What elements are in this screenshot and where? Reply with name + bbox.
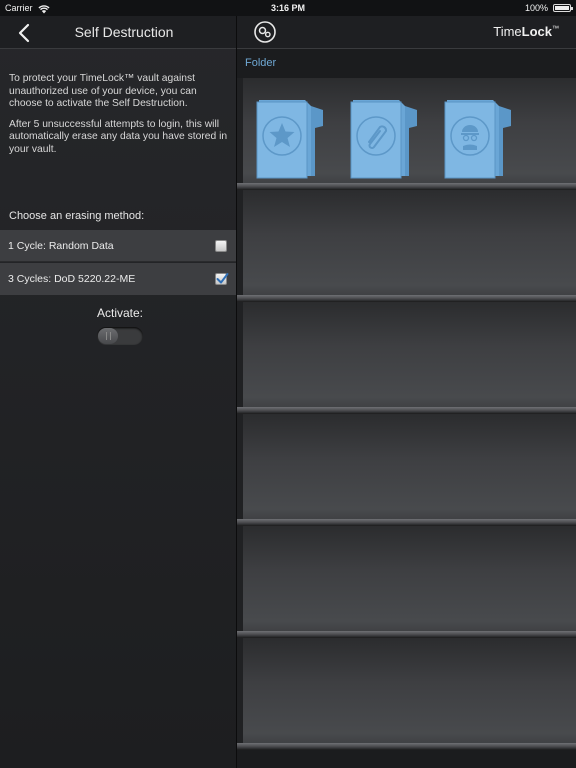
bookshelf <box>237 78 576 768</box>
shelf <box>237 78 576 190</box>
intro-paragraph-2: After 5 unsuccessful attempts to login, … <box>9 118 228 155</box>
status-bar: Carrier 3:16 PM 100% <box>0 0 576 16</box>
shelf <box>237 414 576 526</box>
checkbox-checked[interactable] <box>215 273 229 285</box>
left-header: Self Destruction <box>0 16 236 49</box>
clock: 3:16 PM <box>270 3 305 13</box>
person-icon <box>444 100 511 179</box>
option-label: 1 Cycle: Random Data <box>8 240 114 252</box>
checkmark-icon <box>216 273 229 284</box>
activate-label: Activate: <box>96 306 144 320</box>
shelf-ledge <box>237 743 576 750</box>
intro-text: To protect your TimeLock™ vault against … <box>9 73 229 164</box>
shelf-ledge <box>237 183 576 190</box>
shelf <box>237 526 576 638</box>
gears-icon <box>254 21 276 43</box>
checkbox-unchecked[interactable] <box>215 240 227 252</box>
page-title: Self Destruction <box>74 24 174 40</box>
option-3-cycles-dod[interactable]: 3 Cycles: DoD 5220.22-ME <box>0 263 236 295</box>
app-logo: TimeLock™ <box>493 24 559 39</box>
battery-icon <box>553 4 573 12</box>
vault-panel: TimeLock™ Folder <box>236 16 576 768</box>
shelf-ledge <box>237 295 576 302</box>
brand-tm: ™ <box>552 25 559 33</box>
shelf-ledge <box>237 519 576 526</box>
toggle-knob <box>98 328 118 344</box>
shelf <box>237 302 576 414</box>
shelf <box>237 190 576 302</box>
folder-breadcrumb[interactable]: Folder <box>245 57 276 69</box>
right-header: TimeLock™ <box>237 16 576 49</box>
star-icon <box>256 100 323 179</box>
folder-person[interactable] <box>441 96 513 182</box>
paperclip-icon <box>350 100 417 179</box>
battery-percent: 100% <box>524 3 548 13</box>
shelf <box>237 638 576 750</box>
folder-paperclip[interactable] <box>347 96 419 182</box>
intro-paragraph-1: To protect your TimeLock™ vault against … <box>9 73 197 109</box>
brand-bold: Lock <box>521 24 552 39</box>
erase-method-heading: Choose an erasing method: <box>9 210 145 222</box>
shelf-ledge <box>237 631 576 638</box>
option-label: 3 Cycles: DoD 5220.22-ME <box>8 273 136 285</box>
self-destruction-panel: Self Destruction To protect your TimeLoc… <box>0 16 236 768</box>
shelf-ledge <box>237 407 576 414</box>
brand-light: Time <box>493 24 522 39</box>
option-1-cycle-random[interactable]: 1 Cycle: Random Data <box>0 230 236 262</box>
settings-button[interactable] <box>253 20 277 44</box>
folder-star[interactable] <box>253 96 325 182</box>
activate-toggle[interactable] <box>97 327 143 345</box>
